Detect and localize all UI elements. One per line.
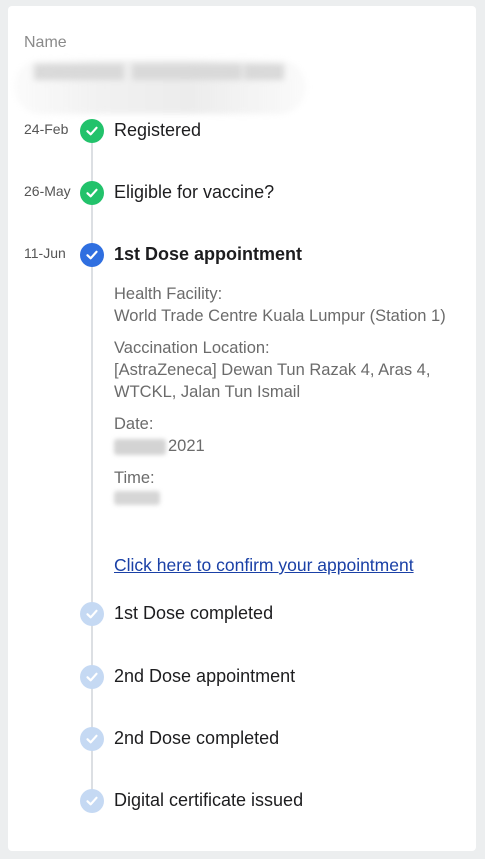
- step-label: 1st Dose appointment: [114, 244, 303, 264]
- appointment-details: Health Facility: World Trade Centre Kual…: [114, 283, 464, 521]
- confirm-appointment-link[interactable]: Click here to confirm your appointment: [114, 555, 414, 576]
- step-label: 1st Dose completed: [114, 603, 274, 623]
- check-icon: [80, 665, 104, 689]
- step-label: Registered: [114, 120, 202, 140]
- check-icon: [80, 119, 104, 143]
- vaccination-location: Vaccination Location: [AstraZeneca] Dewa…: [114, 337, 464, 403]
- redacted-date: [114, 438, 166, 455]
- step-label: 2nd Dose appointment: [114, 666, 296, 686]
- name-redacted-value: [14, 60, 306, 114]
- vaccination-location-value: [AstraZeneca] Dewan Tun Razak 4, Aras 4,…: [114, 361, 431, 401]
- time-value: [114, 489, 464, 511]
- step-date: 11-Jun: [24, 245, 66, 261]
- step-date: 24-Feb: [24, 121, 69, 137]
- check-icon: [80, 727, 104, 751]
- date-label: Date:: [114, 415, 154, 433]
- date-value: 2021: [114, 435, 464, 457]
- appointment-time: Time:: [114, 467, 464, 511]
- health-facility-label: Health Facility:: [114, 285, 223, 303]
- check-icon: [80, 181, 104, 205]
- step-label: Digital certificate issued: [114, 790, 304, 810]
- check-icon: [80, 243, 104, 267]
- health-facility-value: World Trade Centre Kuala Lumpur (Station…: [114, 307, 446, 325]
- appointment-date: Date: 2021: [114, 413, 464, 457]
- timeline-line: [91, 131, 93, 802]
- vaccination-location-label: Vaccination Location:: [114, 339, 270, 357]
- check-icon: [80, 789, 104, 813]
- health-facility: Health Facility: World Trade Centre Kual…: [114, 283, 464, 327]
- step-label: Eligible for vaccine?: [114, 182, 275, 202]
- time-label: Time:: [114, 469, 155, 487]
- redacted-time: [114, 491, 160, 505]
- step-label: 2nd Dose completed: [114, 728, 280, 748]
- check-icon: [80, 602, 104, 626]
- date-year: 2021: [168, 437, 205, 455]
- step-date: 26-May: [24, 183, 71, 199]
- name-label: Name: [24, 34, 67, 51]
